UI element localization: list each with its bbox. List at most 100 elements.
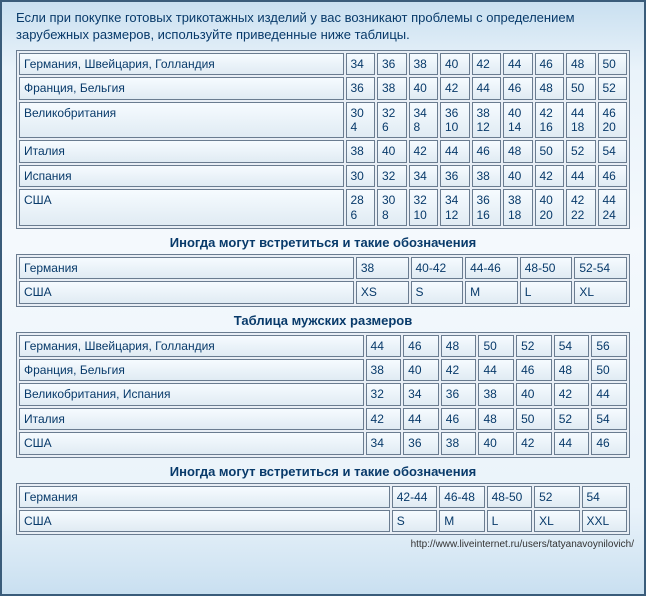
size-cell: 52-54 (574, 257, 627, 279)
size-cell: 46 (503, 77, 533, 99)
size-cell: 40 14 (503, 102, 533, 139)
size-cell: 40-42 (411, 257, 464, 279)
size-cell: 28 6 (346, 189, 376, 226)
size-cell: 40 (409, 77, 439, 99)
size-cell: 44 (591, 383, 627, 405)
size-cell: 44 (472, 77, 502, 99)
table-women-alt: Германия3840-4244-4648-5052-54СШАXSSMLXL (16, 254, 630, 307)
size-cell: 52 (566, 140, 596, 162)
size-cell: 48 (554, 359, 590, 381)
size-cell: 42-44 (392, 486, 437, 508)
size-cell: 54 (591, 408, 627, 430)
size-cell: M (439, 510, 484, 532)
size-cell: 44-46 (465, 257, 518, 279)
size-cell: 48-50 (487, 486, 532, 508)
table-row: Италия42444648505254 (19, 408, 627, 430)
table-row: Франция, Бельгия363840424446485052 (19, 77, 627, 99)
table-men: Германия, Швейцария, Голландия4446485052… (16, 332, 630, 458)
size-cell: 42 (516, 432, 552, 454)
size-cell: L (487, 510, 532, 532)
size-cell: 44 (440, 140, 470, 162)
size-cell: 40 (516, 383, 552, 405)
country-label: США (19, 510, 390, 532)
size-cell: 50 (478, 335, 514, 357)
table-row: Великобритания, Испания32343638404244 (19, 383, 627, 405)
size-cell: 38 (377, 77, 407, 99)
size-cell: 48 (478, 408, 514, 430)
size-cell: 50 (598, 53, 628, 75)
size-cell: S (392, 510, 437, 532)
size-cell: 38 (346, 140, 376, 162)
size-cell: 38 (478, 383, 514, 405)
size-cell: 42 (409, 140, 439, 162)
size-cell: 42 (535, 165, 565, 187)
size-cell: 40 (440, 53, 470, 75)
size-cell: 50 (591, 359, 627, 381)
size-cell: 36 (440, 165, 470, 187)
size-cell: 46 20 (598, 102, 628, 139)
size-cell: 48 (535, 77, 565, 99)
size-cell: 44 (554, 432, 590, 454)
size-cell: 34 (403, 383, 439, 405)
table-row: США34363840424446 (19, 432, 627, 454)
size-cell: 40 (503, 165, 533, 187)
country-label: Великобритания, Испания (19, 383, 364, 405)
table-row: Великобритания30 432 634 836 1038 1240 1… (19, 102, 627, 139)
size-cell: 44 18 (566, 102, 596, 139)
heading-alt2: Иногда могут встретиться и такие обознач… (16, 464, 630, 479)
size-cell: 32 (377, 165, 407, 187)
footer-url: http://www.liveinternet.ru/users/tatyana… (2, 539, 644, 550)
country-label: Франция, Бельгия (19, 77, 344, 99)
table-row: Германия, Швейцария, Голландия3436384042… (19, 53, 627, 75)
size-cell: 38 12 (472, 102, 502, 139)
country-label: США (19, 432, 364, 454)
size-cell: 38 (441, 432, 477, 454)
country-label: Франция, Бельгия (19, 359, 364, 381)
size-cell: 36 16 (472, 189, 502, 226)
table-row: Испания303234363840424446 (19, 165, 627, 187)
intro-text: Если при покупке готовых трикотажных изд… (16, 10, 630, 44)
size-cell: 32 (366, 383, 402, 405)
size-cell: 46 (516, 359, 552, 381)
country-label: Германия (19, 486, 390, 508)
size-cell: 46 (472, 140, 502, 162)
size-cell: 44 (566, 165, 596, 187)
size-cell: 52 (516, 335, 552, 357)
size-cell: 46 (403, 335, 439, 357)
size-cell: 34 (409, 165, 439, 187)
country-label: Италия (19, 140, 344, 162)
country-label: Германия (19, 257, 354, 279)
size-cell: 54 (554, 335, 590, 357)
size-cell: 50 (535, 140, 565, 162)
size-cell: XL (574, 281, 627, 303)
size-cell: 38 (356, 257, 409, 279)
size-cell: 42 (554, 383, 590, 405)
size-cell: 40 (478, 432, 514, 454)
size-cell: 52 (598, 77, 628, 99)
size-cell: 44 (478, 359, 514, 381)
size-cell: 34 8 (409, 102, 439, 139)
table-row: Германия, Швейцария, Голландия4446485052… (19, 335, 627, 357)
country-label: США (19, 189, 344, 226)
size-cell: 38 (366, 359, 402, 381)
size-cell: 52 (534, 486, 579, 508)
table-row: СШАXSSMLXL (19, 281, 627, 303)
size-cell: 46 (535, 53, 565, 75)
size-cell: 50 (516, 408, 552, 430)
size-cell: 48-50 (520, 257, 573, 279)
size-cell: 38 (472, 165, 502, 187)
size-cell: 42 22 (566, 189, 596, 226)
size-cell: M (465, 281, 518, 303)
size-cell: 44 (403, 408, 439, 430)
size-cell: 46 (591, 432, 627, 454)
size-cell: 32 6 (377, 102, 407, 139)
country-label: Германия, Швейцария, Голландия (19, 335, 364, 357)
size-cell: 42 16 (535, 102, 565, 139)
size-cell: 40 20 (535, 189, 565, 226)
table-row: Италия384042444648505254 (19, 140, 627, 162)
size-cell: 42 (441, 359, 477, 381)
size-cell: 48 (566, 53, 596, 75)
size-cell: 40 (403, 359, 439, 381)
size-cell: 42 (440, 77, 470, 99)
country-label: Германия, Швейцария, Голландия (19, 53, 344, 75)
